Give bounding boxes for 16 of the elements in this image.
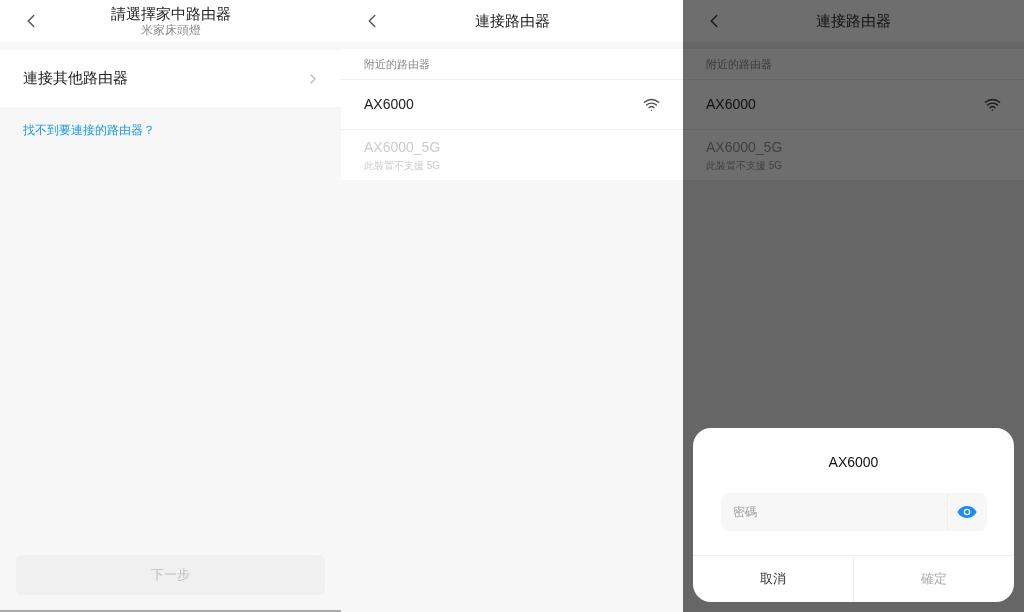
section-label: 附近的路由器 bbox=[364, 56, 430, 72]
screen-title: 請選擇家中路由器 bbox=[110, 4, 231, 23]
network-name[interactable]: AX6000 bbox=[364, 94, 414, 115]
screen-title: 連接路由器 bbox=[474, 12, 550, 30]
network-name[interactable]: AX6000 bbox=[706, 94, 756, 115]
wifi-icon bbox=[984, 96, 1001, 113]
dialog-title: AX6000 bbox=[828, 453, 879, 472]
dialog-button[interactable]: 取消 bbox=[693, 556, 853, 602]
option-label: 連接其他路由器 bbox=[23, 68, 128, 89]
screen-title: 連接路由器 bbox=[816, 12, 891, 30]
eye-icon[interactable] bbox=[957, 505, 977, 519]
wifi-icon bbox=[643, 96, 660, 113]
password-field[interactable]: 密碼 bbox=[720, 493, 947, 531]
router-option-row[interactable]: 連接其他路由器 bbox=[0, 50, 341, 107]
help-link[interactable]: 找不到要連接的路由器？ bbox=[23, 121, 155, 139]
screen-subtitle: 米家床頭燈 bbox=[140, 22, 201, 38]
